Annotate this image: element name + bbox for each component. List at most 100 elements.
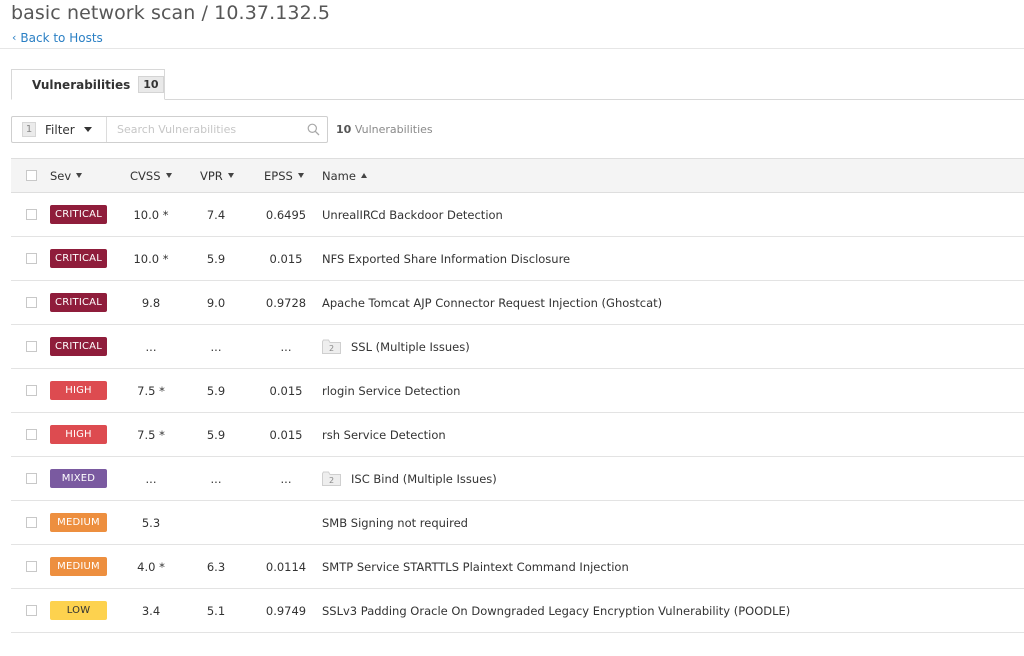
name-cell: SSLv3 Padding Oracle On Downgraded Legac…	[322, 589, 790, 632]
row-checkbox[interactable]	[26, 605, 37, 616]
name-cell: SMB Signing not required	[322, 501, 468, 544]
severity-badge: MIXED	[50, 469, 107, 488]
sort-desc-icon	[227, 173, 234, 178]
row-checkbox-cell	[26, 413, 40, 456]
row-checkbox-cell	[26, 457, 40, 500]
page-title: basic network scan / 10.37.132.5	[11, 2, 331, 24]
row-checkbox[interactable]	[26, 517, 37, 528]
sort-desc-icon	[76, 173, 83, 178]
col-header-name-label: Name	[322, 168, 356, 183]
severity-cell: CRITICAL	[50, 325, 110, 368]
group-count: 2	[329, 344, 334, 353]
cvss-score: 7.5 *	[137, 427, 165, 442]
folder-group-icon: 2	[322, 339, 341, 354]
table-row[interactable]: CRITICAL ... ... ... 2 SSL (Multiple Iss…	[11, 325, 1024, 369]
filter-search-bar: 1 Filter	[11, 116, 328, 143]
vulnerability-name: Apache Tomcat AJP Connector Request Inje…	[322, 295, 663, 310]
severity-cell: MEDIUM	[50, 501, 110, 544]
cvss-score: ...	[145, 339, 157, 354]
table-row[interactable]: MIXED ... ... ... 2 ISC Bind (Multiple I…	[11, 457, 1024, 501]
tab-count-badge: 10	[138, 76, 164, 93]
group-count: 2	[329, 476, 334, 485]
vulnerability-name: UnrealIRCd Backdoor Detection	[322, 207, 503, 222]
search-input[interactable]	[107, 117, 299, 142]
col-header-epss[interactable]: EPSS	[264, 159, 304, 192]
name-cell: 2 SSL (Multiple Issues)	[322, 325, 470, 368]
table-row[interactable]: HIGH 7.5 * 5.9 0.015 rsh Service Detecti…	[11, 413, 1024, 457]
tab-label: Vulnerabilities	[32, 77, 131, 92]
vpr-score: 5.9	[206, 383, 226, 398]
sort-asc-icon	[360, 173, 367, 178]
table-row[interactable]: MEDIUM 4.0 * 6.3 0.0114 SMTP Service STA…	[11, 545, 1024, 589]
row-checkbox-cell	[26, 369, 40, 412]
vulnerability-name: SSL (Multiple Issues)	[351, 339, 470, 354]
row-checkbox[interactable]	[26, 209, 37, 220]
severity-cell: MIXED	[50, 457, 110, 500]
vpr-score: ...	[210, 471, 222, 486]
tab-vulnerabilities[interactable]: Vulnerabilities 10	[11, 69, 165, 100]
result-count-number: 10	[336, 123, 352, 136]
col-header-sev-label: Sev	[50, 168, 72, 183]
name-cell: UnrealIRCd Backdoor Detection	[322, 193, 503, 236]
row-checkbox[interactable]	[26, 297, 37, 308]
epss-score: 0.015	[269, 427, 303, 442]
table-row[interactable]: MEDIUM 5.3 SMB Signing not required	[11, 501, 1024, 545]
severity-badge: HIGH	[50, 425, 107, 444]
severity-badge: MEDIUM	[50, 557, 107, 576]
row-checkbox[interactable]	[26, 473, 37, 484]
col-header-name[interactable]: Name	[322, 159, 367, 192]
back-link-label: Back to Hosts	[20, 31, 103, 45]
cvss-score: 10.0 *	[133, 207, 169, 222]
back-to-hosts-link[interactable]: ‹ Back to Hosts	[12, 31, 103, 45]
sort-desc-icon	[165, 173, 172, 178]
vpr-score: 5.1	[206, 603, 226, 618]
col-header-vpr-label: VPR	[200, 168, 223, 183]
vulnerability-name: SSLv3 Padding Oracle On Downgraded Legac…	[322, 603, 791, 618]
severity-badge: CRITICAL	[50, 249, 107, 268]
row-checkbox[interactable]	[26, 341, 37, 352]
table-row[interactable]: LOW 3.4 5.1 0.9749 SSLv3 Padding Oracle …	[11, 589, 1024, 633]
severity-badge: MEDIUM	[50, 513, 107, 532]
severity-badge: CRITICAL	[50, 205, 107, 224]
filter-button[interactable]: 1 Filter	[12, 117, 107, 142]
row-checkbox[interactable]	[26, 253, 37, 264]
row-checkbox[interactable]	[26, 561, 37, 572]
caret-down-icon	[83, 127, 92, 132]
epss-score: 0.0114	[265, 559, 307, 574]
cvss-score: 3.4	[141, 603, 161, 618]
row-checkbox[interactable]	[26, 385, 37, 396]
row-checkbox[interactable]	[26, 429, 37, 440]
vulnerability-name: ISC Bind (Multiple Issues)	[351, 471, 497, 486]
severity-cell: HIGH	[50, 413, 110, 456]
severity-badge: LOW	[50, 601, 107, 620]
vulnerability-name: rsh Service Detection	[322, 427, 446, 442]
table-row[interactable]: CRITICAL 10.0 * 5.9 0.015 NFS Exported S…	[11, 237, 1024, 281]
col-header-cvss-label: CVSS	[130, 168, 161, 183]
col-header-epss-label: EPSS	[264, 168, 293, 183]
col-header-cvss[interactable]: CVSS	[130, 159, 172, 192]
name-cell: rlogin Service Detection	[322, 369, 460, 412]
severity-badge: HIGH	[50, 381, 107, 400]
table-row[interactable]: CRITICAL 9.8 9.0 0.9728 Apache Tomcat AJ…	[11, 281, 1024, 325]
vpr-score: 5.9	[206, 251, 226, 266]
vulnerability-name: SMB Signing not required	[322, 515, 468, 530]
epss-score: 0.6495	[265, 207, 307, 222]
severity-cell: CRITICAL	[50, 193, 110, 236]
vulnerabilities-table: Sev CVSS VPR EPSS Name CRITICAL 10.0 * 7…	[11, 158, 1024, 633]
sort-desc-icon	[297, 173, 304, 178]
table-row[interactable]: HIGH 7.5 * 5.9 0.015 rlogin Service Dete…	[11, 369, 1024, 413]
chevron-left-icon: ‹	[12, 31, 17, 44]
epss-score: 0.9728	[265, 295, 307, 310]
search-icon[interactable]	[299, 117, 327, 142]
vpr-score: 7.4	[206, 207, 226, 222]
select-all-checkbox[interactable]	[26, 170, 37, 181]
table-row[interactable]: CRITICAL 10.0 * 7.4 0.6495 UnrealIRCd Ba…	[11, 193, 1024, 237]
epss-score: 0.9749	[265, 603, 307, 618]
col-header-vpr[interactable]: VPR	[200, 159, 234, 192]
col-header-sev[interactable]: Sev	[50, 159, 83, 192]
cvss-score: 7.5 *	[137, 383, 165, 398]
vpr-score: ...	[210, 339, 222, 354]
row-checkbox-cell	[26, 193, 40, 236]
epss-score	[259, 501, 313, 544]
name-cell: NFS Exported Share Information Disclosur…	[322, 237, 570, 280]
